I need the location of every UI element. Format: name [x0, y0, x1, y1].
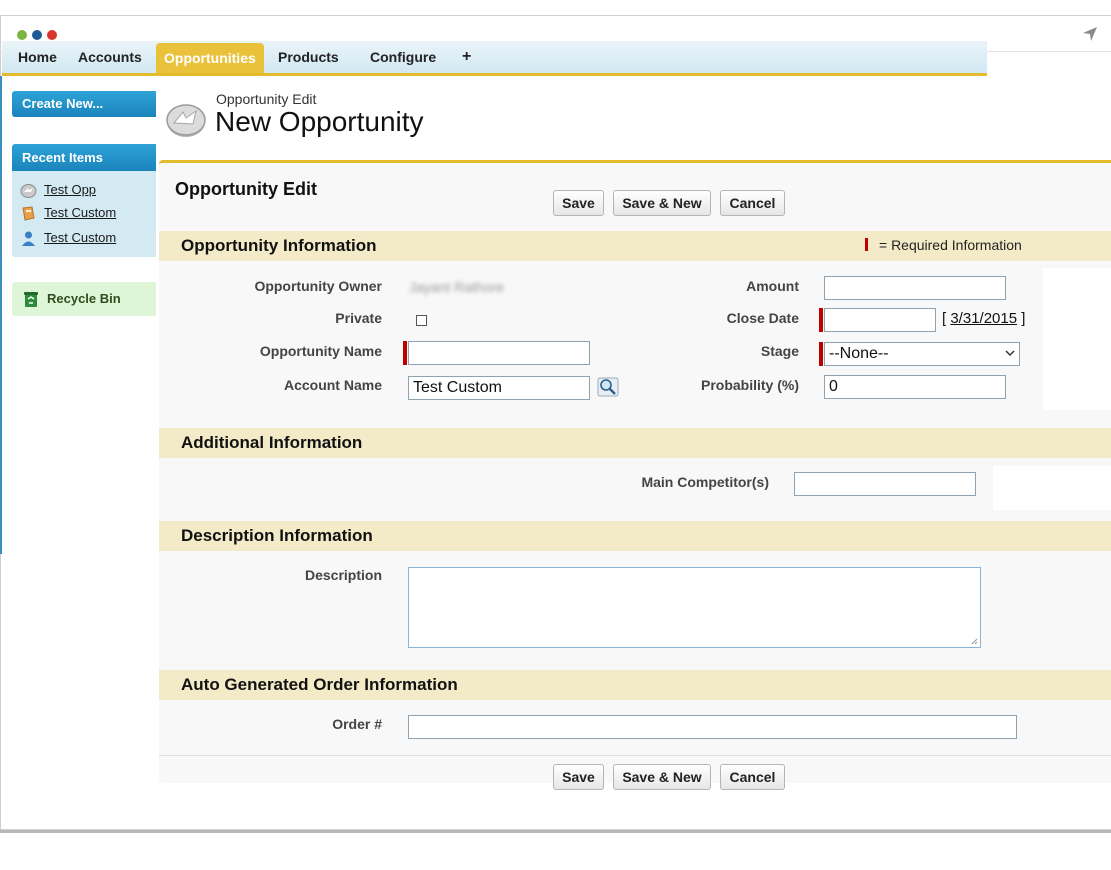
recycle-bin-link[interactable]: Recycle Bin	[12, 282, 156, 316]
owner-label: Opportunity Owner	[254, 278, 382, 294]
cancel-button-bottom[interactable]: Cancel	[720, 764, 785, 790]
section-title: Description Information	[181, 526, 373, 545]
recycle-bin-label[interactable]: Recycle Bin	[47, 282, 121, 316]
create-new-button[interactable]: Create New...	[12, 91, 156, 117]
close-date-label: Close Date	[726, 310, 799, 326]
layout-spacer	[1043, 268, 1111, 410]
opportunity-name-label: Opportunity Name	[259, 343, 382, 359]
section-order-information: Auto Generated Order Information	[159, 670, 1111, 700]
opportunity-coin-icon	[166, 104, 206, 137]
tab-bar: Home Accounts Opportunities Products Con…	[2, 41, 987, 76]
custom-object-icon	[22, 206, 35, 221]
description-textarea[interactable]	[408, 567, 981, 648]
recycle-bin-icon	[24, 292, 38, 307]
required-marker	[819, 308, 823, 332]
section-title: Additional Information	[181, 433, 363, 452]
date-picker-link[interactable]: [ 3/31/2015 ]	[942, 310, 1025, 327]
recent-item-label[interactable]: Test Custom	[44, 228, 116, 248]
account-name-input[interactable]: Test Custom	[408, 376, 590, 400]
chevron-down-icon	[1005, 350, 1015, 357]
resize-grip-icon[interactable]	[971, 638, 978, 645]
owner-value: Jayant Rathore	[409, 279, 504, 295]
stage-selected-value: --None--	[829, 345, 889, 362]
account-name-label: Account Name	[283, 377, 382, 393]
recent-item-label[interactable]: Test Opp	[44, 180, 96, 200]
opportunity-name-input[interactable]	[408, 341, 590, 365]
main-competitors-label: Main Competitor(s)	[641, 474, 769, 490]
layout-spacer	[993, 466, 1111, 510]
save-and-new-button[interactable]: Save & New	[613, 190, 711, 216]
recent-item-label[interactable]: Test Custom	[44, 203, 116, 223]
amount-input[interactable]	[824, 276, 1006, 300]
tab-home[interactable]: Home	[10, 41, 65, 73]
probability-input[interactable]: 0	[824, 375, 1006, 399]
tab-opportunities[interactable]: Opportunities	[156, 43, 264, 73]
footer-divider	[159, 755, 1111, 756]
navigation-arrow-icon[interactable]	[1081, 25, 1099, 43]
page-subtitle: Opportunity Edit	[216, 91, 317, 107]
window-dot-green[interactable]	[17, 30, 27, 40]
window-dot-blue[interactable]	[32, 30, 42, 40]
tab-products[interactable]: Products	[270, 41, 347, 73]
section-title: Opportunity Information	[181, 236, 377, 255]
order-number-label: Order #	[332, 716, 382, 732]
order-number-input[interactable]	[408, 715, 1017, 739]
save-button[interactable]: Save	[553, 190, 604, 216]
close-date-input[interactable]	[824, 308, 936, 332]
required-marker	[865, 238, 868, 251]
add-tab-button[interactable]: +	[454, 41, 479, 73]
tab-accounts[interactable]: Accounts	[70, 41, 150, 73]
cancel-button[interactable]: Cancel	[720, 190, 785, 216]
required-legend-text: = Required Information	[879, 237, 1022, 253]
contact-icon	[22, 231, 35, 246]
todays-date-link[interactable]: 3/31/2015	[950, 310, 1017, 327]
amount-label: Amount	[746, 278, 799, 294]
tab-configure[interactable]: Configure	[362, 41, 444, 73]
description-label: Description	[304, 567, 382, 583]
section-description-information: Description Information	[159, 521, 1111, 551]
recent-items-panel: Recent Items Test Opp Test Custom Test C…	[12, 144, 156, 257]
main-competitors-input[interactable]	[794, 472, 976, 496]
stage-select[interactable]: --None--	[824, 342, 1020, 366]
probability-label: Probability (%)	[700, 377, 799, 393]
opportunity-icon	[20, 184, 37, 198]
section-additional-information: Additional Information	[159, 428, 1111, 458]
lookup-magnifier-icon[interactable]	[597, 377, 619, 397]
page-title: New Opportunity	[215, 106, 424, 137]
save-button-bottom[interactable]: Save	[553, 764, 604, 790]
required-marker	[403, 341, 407, 365]
sidebar-edge	[0, 76, 2, 554]
recent-items-title: Recent Items	[12, 144, 156, 171]
save-and-new-button-bottom[interactable]: Save & New	[613, 764, 711, 790]
required-marker	[819, 342, 823, 366]
private-label: Private	[335, 310, 382, 326]
panel-title: Opportunity Edit	[175, 179, 317, 199]
stage-label: Stage	[760, 343, 799, 359]
window-dot-red[interactable]	[47, 30, 57, 40]
section-title: Auto Generated Order Information	[181, 675, 458, 694]
private-checkbox[interactable]	[416, 315, 427, 326]
